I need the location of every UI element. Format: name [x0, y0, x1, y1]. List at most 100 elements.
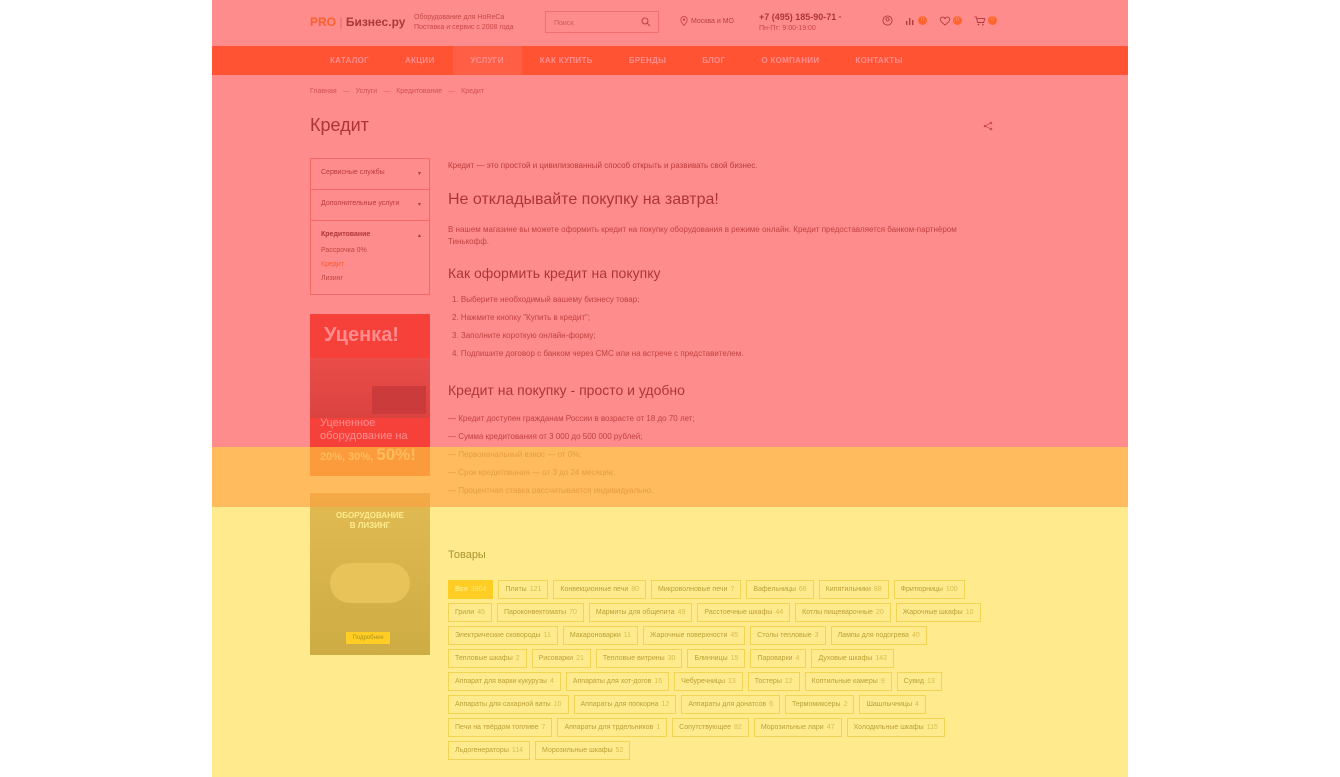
- category-tag[interactable]: Холодильные шкафы 115: [846, 718, 945, 737]
- article-heading: Не откладывайте покупку на завтра!: [448, 191, 719, 208]
- list-item: — Срок кредитования — от 3 до 24 месяцев…: [448, 468, 616, 477]
- nav-about[interactable]: О компании: [743, 46, 837, 75]
- nav-services[interactable]: Услуги: [452, 46, 522, 75]
- article-paragraph: В нашем магазине вы можете оформить кред…: [448, 225, 957, 246]
- category-tag[interactable]: Кипятильники 88: [818, 580, 889, 599]
- category-tag-count: 10: [965, 609, 974, 616]
- category-tag[interactable]: Рисоварки 21: [531, 649, 591, 668]
- compare-button[interactable]: 0: [905, 16, 927, 26]
- category-tag[interactable]: Сувид 13: [896, 672, 942, 691]
- category-tag[interactable]: Аппараты для сахарной ваты 10: [448, 695, 569, 714]
- category-tag[interactable]: Микроволновые печи 7: [651, 580, 742, 599]
- category-tag[interactable]: Все 3804: [448, 580, 494, 599]
- breadcrumb-current: Кредит: [461, 88, 485, 95]
- category-tag[interactable]: Тостеры 12: [747, 672, 800, 691]
- location-selector[interactable]: Москва и МО: [680, 16, 734, 26]
- nav-promotions[interactable]: Акции: [387, 46, 453, 75]
- category-tag[interactable]: Конвекционные печи 80: [553, 580, 647, 599]
- category-tag[interactable]: Электрические сковороды 11: [448, 626, 558, 645]
- category-tag[interactable]: Морозильные лари 47: [753, 718, 842, 737]
- category-tag[interactable]: Столы тепловые 3: [750, 626, 826, 645]
- category-tag[interactable]: Пароварки 4: [750, 649, 807, 668]
- category-tag[interactable]: Плиты 121: [498, 580, 549, 599]
- search-icon[interactable]: [641, 17, 651, 27]
- category-tag-count: 52: [615, 747, 624, 754]
- sidebar-item-crediting-label[interactable]: Кредитование: [321, 231, 419, 238]
- sidebar-subitem-installment[interactable]: Рассрочка 0%: [321, 244, 419, 258]
- leasing-more-button[interactable]: Подробнее: [346, 632, 390, 644]
- sidebar-item-service[interactable]: Сервисные службы ▾: [311, 159, 429, 190]
- category-tag[interactable]: Жарочные поверхности 45: [643, 626, 746, 645]
- category-tag[interactable]: Льдогенераторы 114: [448, 741, 531, 760]
- category-tag[interactable]: Фритюрницы 100: [893, 580, 965, 599]
- category-tag[interactable]: Аппараты для донатсов 6: [681, 695, 780, 714]
- category-tag[interactable]: Грили 45: [448, 603, 492, 622]
- list-item: — Кредит доступен гражданам России в воз…: [448, 414, 695, 423]
- how-to-heading: Как оформить кредит на покупку: [448, 265, 661, 281]
- category-tag[interactable]: Печи на твёрдом топливе 7: [448, 718, 553, 737]
- logo-separator: |: [339, 15, 343, 29]
- nav-how-to-buy[interactable]: Как купить: [522, 46, 611, 75]
- category-tag[interactable]: Тепловые витрины 30: [595, 649, 683, 668]
- leasing-banner[interactable]: ОБОРУДОВАНИЕ В ЛИЗИНГ Подробнее: [310, 493, 430, 655]
- list-item: — Первоначальный взнос — от 0%;: [448, 450, 582, 459]
- category-tag[interactable]: Термомиксеры 2: [785, 695, 855, 714]
- sidebar-item-additional[interactable]: Дополнительные услуги ▾: [311, 190, 429, 221]
- category-tag[interactable]: Тепловые шкафы 2: [448, 649, 527, 668]
- share-icon[interactable]: [983, 121, 993, 131]
- category-tag-label: Расстоечные шкафы: [704, 609, 773, 616]
- cart-button[interactable]: 0: [974, 16, 997, 26]
- category-tag[interactable]: Котлы пищеварочные 20: [795, 603, 891, 622]
- breadcrumb-separator: —: [342, 88, 350, 95]
- category-tag[interactable]: Аппараты для хот-догов 16: [565, 672, 670, 691]
- breadcrumb: Главная — Услуги — Кредитование — Кредит: [310, 88, 484, 95]
- discount-banner-percent: 20%, 30%, 50%!: [320, 445, 416, 465]
- nav-blog[interactable]: Блог: [684, 46, 743, 75]
- chevron-down-icon: ▾: [417, 202, 421, 208]
- category-tag[interactable]: Расстоечные шкафы 44: [697, 603, 791, 622]
- category-tag[interactable]: Аппарат для варки кукурузы 4: [448, 672, 561, 691]
- breadcrumb-services[interactable]: Услуги: [356, 88, 378, 95]
- category-tag-count: 45: [730, 632, 739, 639]
- nav-catalog[interactable]: Каталог: [312, 46, 387, 75]
- category-tag[interactable]: Лампы для подогрева 40: [830, 626, 927, 645]
- category-tag[interactable]: Пароконвектоматы 70: [497, 603, 584, 622]
- category-tag[interactable]: Шашлычницы 4: [859, 695, 926, 714]
- category-tag[interactable]: Аппараты для попкорна 12: [573, 695, 677, 714]
- chevron-up-icon[interactable]: ▴: [418, 232, 421, 239]
- category-tag-count: 11: [543, 632, 551, 639]
- category-tag[interactable]: Блинницы 15: [687, 649, 746, 668]
- nav-brands[interactable]: Бренды: [611, 46, 685, 75]
- category-tag-count: 114: [511, 747, 524, 754]
- site-logo[interactable]: PRO | Бизнес.ру: [310, 15, 405, 29]
- discount-banner[interactable]: Уценка! Уцененное оборудование на 20%, 3…: [310, 314, 430, 476]
- category-tag-count: 2: [515, 655, 520, 662]
- category-tag[interactable]: Чебуречницы 13: [674, 672, 743, 691]
- category-tag[interactable]: Аппараты для трдельников 1: [557, 718, 668, 737]
- user-account-icon[interactable]: [882, 15, 893, 26]
- breadcrumb-crediting[interactable]: Кредитование: [396, 88, 442, 95]
- category-tag[interactable]: Морозильные шкафы 52: [535, 741, 631, 760]
- favorites-button[interactable]: 0: [939, 16, 962, 26]
- category-tag[interactable]: Макароноварки 11: [562, 626, 639, 645]
- nav-contacts[interactable]: Контакты: [837, 46, 920, 75]
- category-tag-count: 115: [926, 724, 938, 731]
- sidebar-subitem-credit[interactable]: Кредит: [321, 258, 419, 272]
- category-tag[interactable]: Коптильные камеры 9: [804, 672, 892, 691]
- search-input[interactable]: [546, 13, 636, 34]
- category-tag-count: 21: [576, 655, 584, 662]
- breadcrumb-home[interactable]: Главная: [310, 88, 337, 95]
- category-tag-label: Аппараты для сахарной ваты: [455, 701, 551, 708]
- category-tag[interactable]: Мармиты для общепита 49: [588, 603, 693, 622]
- sidebar-subitem-leasing[interactable]: Лизинг: [321, 272, 419, 286]
- category-tag-label: Шашлычницы: [866, 701, 912, 708]
- banner-device-image: [372, 386, 426, 414]
- category-tag[interactable]: Духовые шкафы 143: [811, 649, 894, 668]
- category-tag[interactable]: Сопутствующее 82: [672, 718, 749, 737]
- category-tag[interactable]: Вафельницы 66: [746, 580, 814, 599]
- category-tag-count: 45: [477, 609, 485, 616]
- site-header: PRO | Бизнес.ру Оборудование для HoReCa …: [212, 0, 1128, 46]
- category-tag[interactable]: Жарочные шкафы 10: [895, 603, 981, 622]
- phone-number[interactable]: +7 (495) 185-90-71 ·: [759, 12, 842, 22]
- conditions-heading: Кредит на покупку - просто и удобно: [448, 382, 685, 398]
